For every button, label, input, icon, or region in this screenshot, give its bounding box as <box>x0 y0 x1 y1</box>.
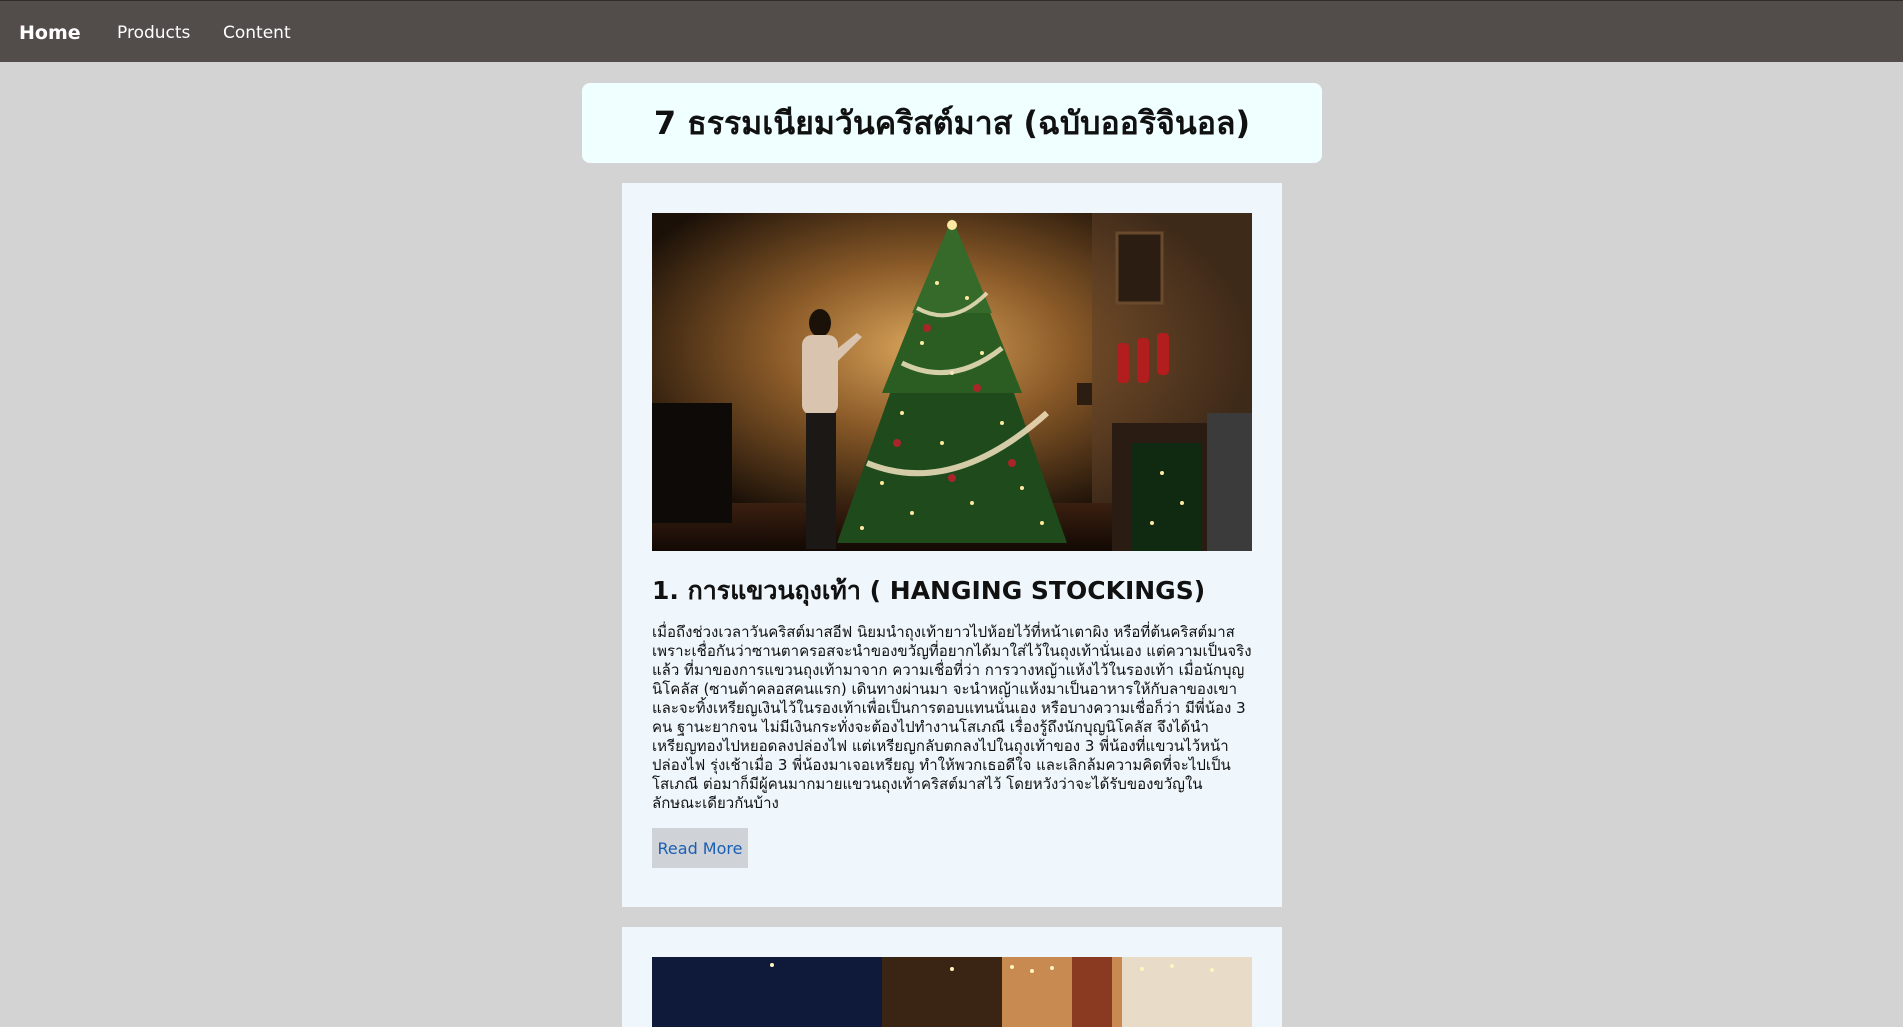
top-navbar: Home Products Content <box>0 0 1903 62</box>
read-more-button[interactable]: Read More <box>652 828 748 868</box>
page-title-banner: 7 ธรรมเนียมวันคริสต์มาส (ฉบับออริจินอล) <box>582 83 1322 163</box>
article-heading: 1. การแขวนถุงเท้า ( HANGING STOCKINGS) <box>652 576 1206 605</box>
article-card <box>622 927 1282 1027</box>
page-title: 7 ธรรมเนียมวันคริสต์มาส (ฉบับออริจินอล) <box>653 103 1251 142</box>
article-card: 1. การแขวนถุงเท้า ( HANGING STOCKINGS) เ… <box>622 183 1282 907</box>
article-photo <box>652 957 1252 1027</box>
nav-content-link[interactable]: Content <box>223 23 291 43</box>
nav-home-link[interactable]: Home <box>19 23 81 43</box>
nav-products-link[interactable]: Products <box>117 23 190 43</box>
christmas-tree-photo <box>652 213 1252 551</box>
article-body: เมื่อถึงช่วงเวลาวันคริสต์มาสอีฟ นิยมนำถุ… <box>652 623 1252 812</box>
